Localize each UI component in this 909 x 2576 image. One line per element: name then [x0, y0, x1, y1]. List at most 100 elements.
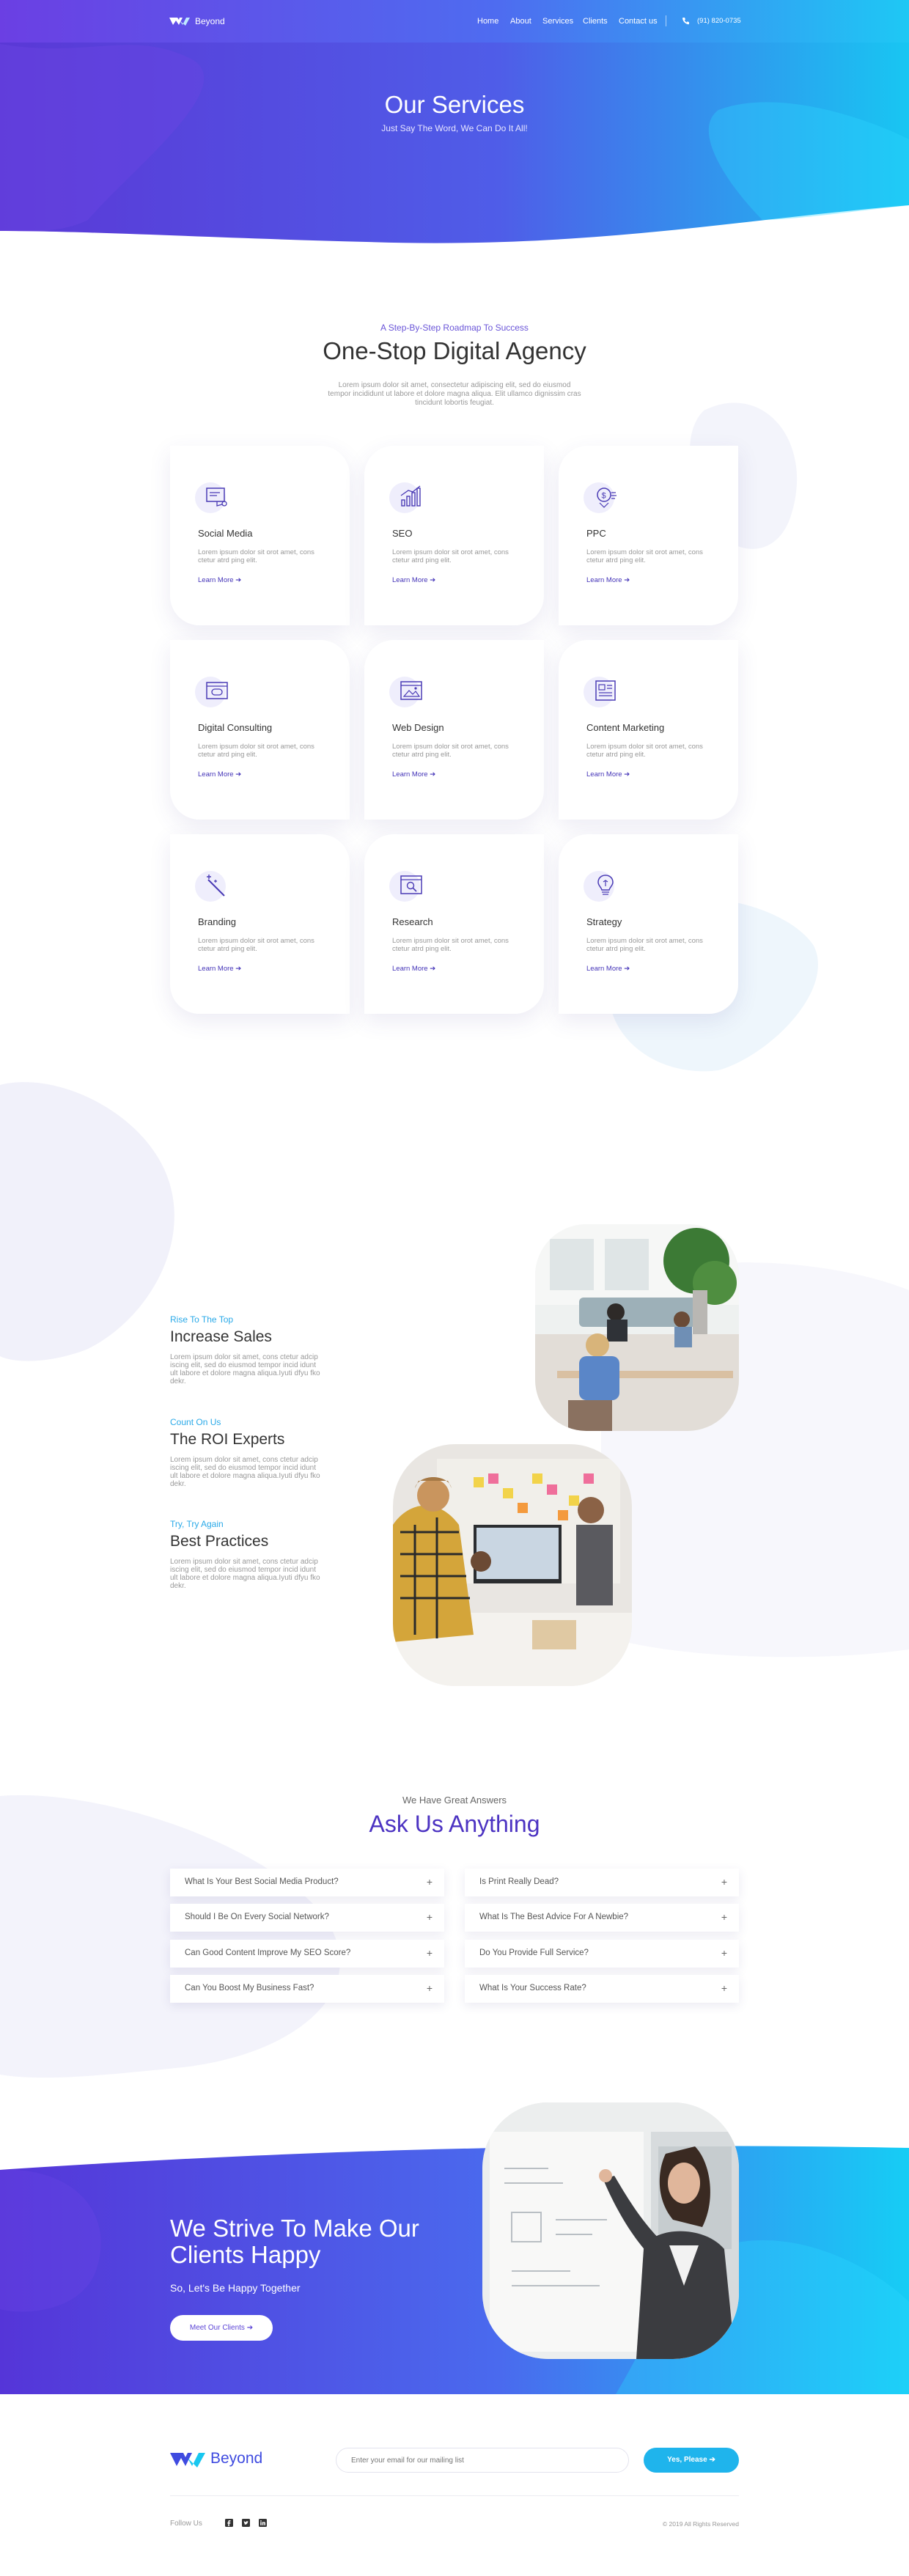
service-card-branding[interactable]: Branding Lorem ipsum dolor sit orot amet…: [170, 834, 350, 1014]
svg-text:$: $: [602, 492, 606, 501]
service-text: Lorem ipsum dolor sit orot amet, cons ct…: [586, 743, 703, 759]
service-card-web-design[interactable]: Web Design Lorem ipsum dolor sit orot am…: [364, 640, 544, 820]
feature-text: Lorem ipsum dolor sit amet, cons ctetur …: [170, 1558, 320, 1590]
faq-question: What Is Your Success Rate?: [479, 1984, 586, 1992]
learn-more-link[interactable]: Learn More ➔: [392, 576, 435, 584]
faq-item[interactable]: Can Good Content Improve My SEO Score? +: [170, 1940, 444, 1968]
plus-icon[interactable]: +: [721, 1911, 727, 1923]
service-title: Digital Consulting: [198, 722, 273, 733]
faq-question: Do You Provide Full Service?: [479, 1948, 589, 1957]
brainstorm-team-photo: [393, 1444, 632, 1686]
consulting-chat-icon: [206, 682, 228, 699]
feature-title: Best Practices: [170, 1533, 269, 1550]
faq-item[interactable]: What Is Your Best Social Media Product? +: [170, 1869, 444, 1896]
arrow-right-icon: ➔: [624, 770, 630, 779]
plus-icon[interactable]: +: [721, 1876, 727, 1888]
service-text: Lorem ipsum dolor sit orot amet, cons ct…: [586, 548, 703, 564]
facebook-icon[interactable]: [225, 2519, 233, 2527]
feature-kicker: Count On Us: [170, 1417, 221, 1427]
service-card-strategy[interactable]: Strategy Lorem ipsum dolor sit orot amet…: [559, 834, 738, 1014]
arrow-right-icon: ➔: [430, 965, 436, 973]
service-card-social-media[interactable]: Social Media Lorem ipsum dolor sit orot …: [170, 446, 350, 625]
phone-icon: [682, 18, 689, 25]
feature-title: The ROI Experts: [170, 1431, 285, 1448]
footer-divider: [170, 2495, 739, 2496]
phone-number[interactable]: (91) 820-0735: [697, 17, 741, 25]
learn-more-label: Learn More: [198, 576, 234, 584]
nav-contact[interactable]: Contact us: [619, 17, 658, 26]
arrow-right-icon: ➔: [624, 965, 630, 973]
faq-item[interactable]: Can You Boost My Business Fast? +: [170, 1975, 444, 2003]
faq-question: Should I Be On Every Social Network?: [185, 1913, 329, 1921]
nav-about[interactable]: About: [510, 17, 531, 26]
service-title: PPC: [586, 528, 606, 539]
plus-icon[interactable]: +: [427, 1876, 433, 1888]
service-card-digital-consulting[interactable]: Digital Consulting Lorem ipsum dolor sit…: [170, 640, 350, 820]
service-title: Branding: [198, 916, 237, 927]
nav-clients[interactable]: Clients: [583, 17, 608, 26]
footer-brand-name[interactable]: Beyond: [210, 2450, 262, 2468]
subscribe-button[interactable]: Yes, Please ➔: [644, 2448, 739, 2473]
ppc-money-icon: $: [597, 487, 617, 508]
learn-more-link[interactable]: Learn More ➔: [198, 770, 241, 779]
service-text: Lorem ipsum dolor sit orot amet, cons ct…: [198, 743, 314, 759]
learn-more-link[interactable]: Learn More ➔: [586, 965, 630, 973]
intro-title: One-Stop Digital Agency: [323, 337, 586, 364]
service-card-seo[interactable]: SEO Lorem ipsum dolor sit orot amet, con…: [364, 446, 544, 625]
hero-subtitle: Just Say The Word, We Can Do It All!: [381, 123, 528, 133]
service-card-research[interactable]: Research Lorem ipsum dolor sit orot amet…: [364, 834, 544, 1014]
learn-more-link[interactable]: Learn More ➔: [586, 576, 630, 584]
copyright-text: © 2019 All Rights Reserved: [662, 2520, 739, 2528]
arrow-right-icon: ➔: [624, 576, 630, 584]
brand-logo-icon[interactable]: [169, 16, 190, 26]
learn-more-link[interactable]: Learn More ➔: [198, 965, 241, 973]
learn-more-link[interactable]: Learn More ➔: [392, 770, 435, 779]
arrow-right-icon: ➔: [430, 576, 436, 584]
service-title: Web Design: [392, 722, 444, 733]
faq-item[interactable]: What Is Your Success Rate? +: [465, 1975, 739, 2003]
faq-item[interactable]: What Is The Best Advice For A Newbie? +: [465, 1904, 739, 1932]
brand-name[interactable]: Beyond: [195, 16, 225, 26]
service-text: Lorem ipsum dolor sit orot amet, cons ct…: [392, 548, 509, 564]
whiteboard-presentation-photo: [482, 2102, 739, 2359]
newsletter-email-input[interactable]: [336, 2448, 629, 2473]
learn-more-label: Learn More: [198, 965, 234, 973]
faq-question: What Is The Best Advice For A Newbie?: [479, 1913, 629, 1921]
service-card-ppc[interactable]: $ PPC Lorem ipsum dolor sit orot amet, c…: [559, 446, 738, 625]
hero-title: Our Services: [384, 91, 525, 118]
learn-more-label: Learn More: [586, 965, 622, 973]
feature-title: Increase Sales: [170, 1328, 272, 1345]
nav-home[interactable]: Home: [477, 17, 498, 26]
faq-item[interactable]: Should I Be On Every Social Network? +: [170, 1904, 444, 1932]
learn-more-link[interactable]: Learn More ➔: [198, 576, 241, 584]
plus-icon[interactable]: +: [427, 1947, 433, 1959]
service-title: Strategy: [586, 916, 622, 927]
twitter-icon[interactable]: [242, 2519, 250, 2527]
branding-wand-icon: [207, 875, 225, 897]
service-title: Content Marketing: [586, 722, 665, 733]
service-title: Research: [392, 916, 433, 927]
nav-services[interactable]: Services: [542, 17, 573, 26]
service-card-content-marketing[interactable]: Content Marketing Lorem ipsum dolor sit …: [559, 640, 738, 820]
faq-item[interactable]: Do You Provide Full Service? +: [465, 1940, 739, 1968]
feature-kicker: Try, Try Again: [170, 1519, 224, 1529]
learn-more-label: Learn More: [392, 576, 428, 584]
footer-logo-icon[interactable]: [170, 2451, 205, 2468]
faq-item[interactable]: Is Print Really Dead? +: [465, 1869, 739, 1896]
button-label: Yes, Please: [667, 2456, 707, 2464]
meet-clients-button[interactable]: Meet Our Clients ➔: [170, 2315, 273, 2341]
plus-icon[interactable]: +: [721, 1982, 727, 1994]
linkedin-icon[interactable]: [259, 2519, 267, 2527]
arrow-right-icon: ➔: [235, 576, 242, 584]
plus-icon[interactable]: +: [427, 1982, 433, 1994]
learn-more-link[interactable]: Learn More ➔: [392, 965, 435, 973]
social-media-icon: [206, 487, 227, 507]
learn-more-link[interactable]: Learn More ➔: [586, 770, 630, 779]
web-design-icon: [400, 681, 422, 700]
plus-icon[interactable]: +: [721, 1947, 727, 1959]
research-search-icon: [400, 875, 422, 894]
follow-us-label: Follow Us: [170, 2520, 202, 2528]
plus-icon[interactable]: +: [427, 1911, 433, 1923]
arrow-right-icon: ➔: [709, 2456, 715, 2464]
cta-subtitle: So, Let's Be Happy Together: [170, 2282, 301, 2294]
